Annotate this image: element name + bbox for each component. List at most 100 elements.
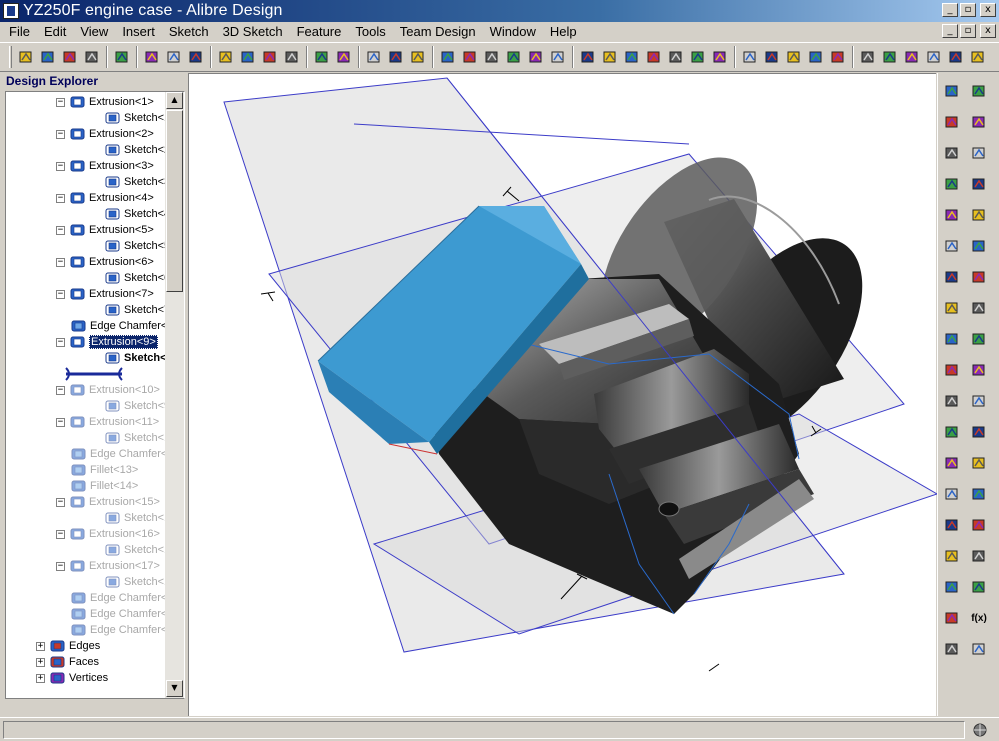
sketch-button[interactable] xyxy=(363,46,385,68)
tree-item-extrusion[interactable]: − Extrusion<10> xyxy=(56,382,160,398)
tree-item-sketch[interactable]: Sketch<11: xyxy=(105,510,165,526)
undo-button[interactable] xyxy=(311,46,333,68)
line-button[interactable] xyxy=(941,205,963,225)
tree-item-sketch[interactable]: Sketch<2> xyxy=(105,142,165,158)
scissors-part-button[interactable] xyxy=(503,46,525,68)
tree-item-sketch[interactable]: Sketch<4> xyxy=(105,206,165,222)
point-button[interactable] xyxy=(481,46,503,68)
scroll-down-button[interactable]: ▼ xyxy=(166,680,183,697)
view-top-button[interactable] xyxy=(687,46,709,68)
tree-scrollbar[interactable]: ▲ ▼ xyxy=(165,92,184,698)
measure-button[interactable] xyxy=(805,46,827,68)
tree-item-extrusion[interactable]: − Extrusion<1> xyxy=(56,94,154,110)
zoom-fit-button[interactable] xyxy=(967,46,989,68)
tree-item-extrusion[interactable]: − Extrusion<4> xyxy=(56,190,154,206)
zoom-button[interactable] xyxy=(923,46,945,68)
menu-edit[interactable]: Edit xyxy=(37,22,73,41)
spline-button[interactable] xyxy=(941,329,963,349)
equation-button[interactable]: f(x) xyxy=(968,608,990,628)
tree-item-extrusion[interactable]: − Extrusion<7> xyxy=(56,286,154,302)
inspect-button[interactable] xyxy=(827,46,849,68)
view-back-button[interactable] xyxy=(621,46,643,68)
menu-team-design[interactable]: Team Design xyxy=(393,22,483,41)
tree-item-extrusion[interactable]: − Extrusion<17> xyxy=(56,558,160,574)
model-canvas[interactable] xyxy=(189,74,937,717)
save-button[interactable] xyxy=(59,46,81,68)
tree-item-sketch[interactable]: Sketch<8 xyxy=(105,350,165,366)
loft-button[interactable] xyxy=(968,205,990,225)
hidden-lines-button[interactable] xyxy=(761,46,783,68)
dimension-button[interactable] xyxy=(941,391,963,411)
chamfer-sketch-button[interactable] xyxy=(941,515,963,535)
tree-item-extrusion[interactable]: − Extrusion<9> xyxy=(56,334,158,350)
tree-expander[interactable]: − xyxy=(56,497,65,507)
tree-item-extrusion[interactable]: − Extrusion<2> xyxy=(56,126,154,142)
close-button[interactable]: x xyxy=(980,3,996,17)
mirror-feature-button[interactable] xyxy=(968,515,990,535)
tree-item-edges[interactable]: + Edges xyxy=(36,638,100,654)
constraint-feature-button[interactable] xyxy=(968,639,990,659)
title-bar[interactable]: YZ250F engine case - Alibre Design _ ▫ x xyxy=(0,0,999,22)
tree-item-chamfer[interactable]: Edge Chamfer< xyxy=(71,622,165,638)
cut-button[interactable] xyxy=(215,46,237,68)
paste-button[interactable] xyxy=(259,46,281,68)
revolve-cut-button[interactable] xyxy=(968,174,990,194)
extrude-boss-button[interactable] xyxy=(968,81,990,101)
cosmetic-button[interactable] xyxy=(968,577,990,597)
tree-item-chamfer[interactable]: Fillet<13> xyxy=(71,462,138,478)
rollback-marker[interactable] xyxy=(64,367,124,381)
delete-button[interactable] xyxy=(281,46,303,68)
tree-expander[interactable]: − xyxy=(56,561,65,571)
tree-item-chamfer[interactable]: Fillet<14> xyxy=(71,478,138,494)
split-button[interactable] xyxy=(968,422,990,442)
scroll-thumb[interactable] xyxy=(166,110,183,292)
tree-expander[interactable]: − xyxy=(56,529,65,539)
circle-sketch-button[interactable] xyxy=(385,46,407,68)
rectangle-button[interactable] xyxy=(941,298,963,318)
tree-item-sketch[interactable]: Sketch<13: xyxy=(105,574,165,590)
properties-list-button[interactable] xyxy=(525,46,547,68)
shading-button[interactable] xyxy=(739,46,761,68)
pdf-export-button[interactable] xyxy=(185,46,207,68)
thread-button[interactable] xyxy=(968,546,990,566)
menu-tools[interactable]: Tools xyxy=(348,22,392,41)
axis-button[interactable] xyxy=(459,46,481,68)
maximize-button[interactable]: ▫ xyxy=(960,3,976,17)
menu-feature[interactable]: Feature xyxy=(290,22,349,41)
minimize-button[interactable]: _ xyxy=(942,3,958,17)
tree-expander[interactable]: − xyxy=(56,417,65,427)
new-document-button[interactable] xyxy=(15,46,37,68)
revolve-button[interactable] xyxy=(968,143,990,163)
tree-item-extrusion[interactable]: − Extrusion<11> xyxy=(56,414,159,430)
extrude-cut-button[interactable] xyxy=(968,112,990,132)
tree-expander[interactable]: − xyxy=(56,337,65,347)
tree-expander[interactable]: − xyxy=(56,289,65,299)
extend-button[interactable] xyxy=(941,453,963,473)
point-button[interactable] xyxy=(941,112,963,132)
tree-item-chamfer[interactable]: Edge Chamfer< xyxy=(71,318,165,334)
menu-file[interactable]: File xyxy=(2,22,37,41)
toolbar-grip[interactable] xyxy=(9,46,12,68)
menu-insert[interactable]: Insert xyxy=(115,22,162,41)
offset-button[interactable] xyxy=(941,577,963,597)
scroll-up-button[interactable]: ▲ xyxy=(166,92,183,109)
hole-button[interactable] xyxy=(968,453,990,473)
arc-button[interactable] xyxy=(941,174,963,194)
fillet-button[interactable] xyxy=(968,298,990,318)
tree-expander[interactable]: − xyxy=(56,257,65,267)
copy-button[interactable] xyxy=(237,46,259,68)
view-iso-button[interactable] xyxy=(577,46,599,68)
tree-expander[interactable]: + xyxy=(36,641,45,651)
tree-expander[interactable]: − xyxy=(56,97,65,107)
tree-item-extrusion[interactable]: − Extrusion<3> xyxy=(56,158,154,174)
circle-button[interactable] xyxy=(941,236,963,256)
tree-item-chamfer[interactable]: Edge Chamfer< xyxy=(71,606,165,622)
tree-item-sketch[interactable]: Sketch<6> xyxy=(105,270,165,286)
tree-item-faces[interactable]: + Faces xyxy=(36,654,99,670)
doc-close-button[interactable]: x xyxy=(980,24,996,38)
tree-item-sketch[interactable]: Sketch<5> xyxy=(105,238,165,254)
bracket-sketch-button[interactable] xyxy=(407,46,429,68)
tree-expander[interactable]: + xyxy=(36,657,45,667)
fillet-sketch-button[interactable] xyxy=(941,484,963,504)
tree-expander[interactable]: − xyxy=(56,161,65,171)
